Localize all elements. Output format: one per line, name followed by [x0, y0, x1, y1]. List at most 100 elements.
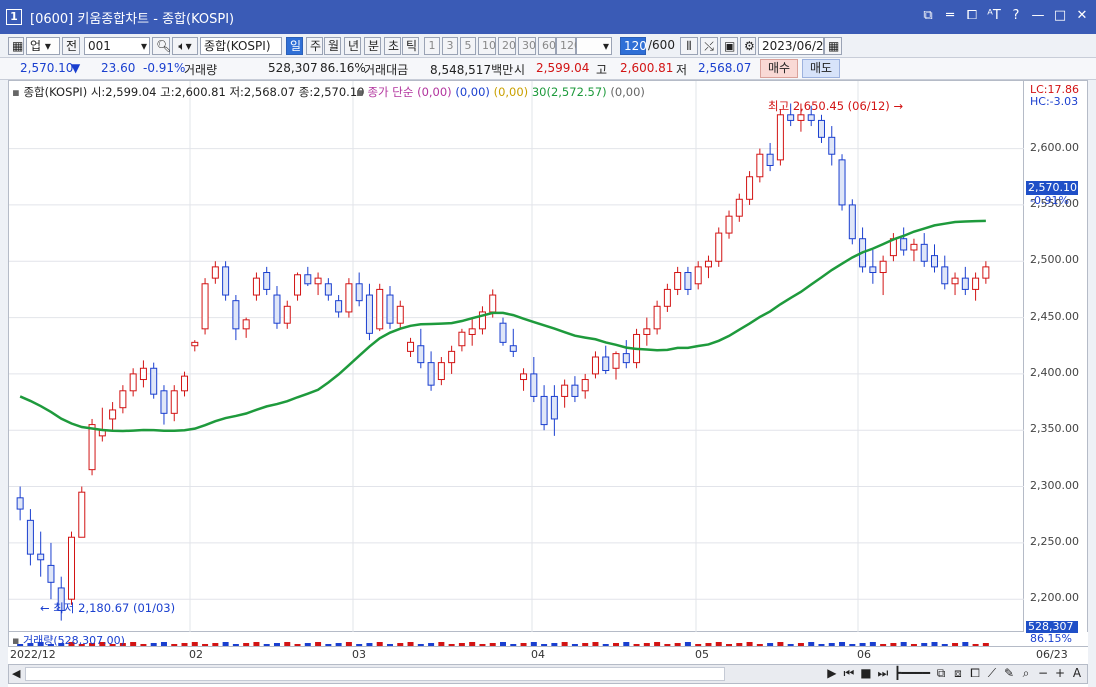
period-button-5[interactable]: 초	[384, 37, 401, 55]
candle	[160, 385, 168, 425]
period-button-0[interactable]: 일	[286, 37, 303, 55]
candle	[458, 328, 466, 352]
chevron-down-icon[interactable]: ▾	[141, 38, 147, 54]
candle	[540, 385, 548, 431]
restore-icon[interactable]: ⧉	[920, 8, 936, 23]
chart-toolbar: ▦ 업 ▾ 전 001 ▾ 🔍︎ 🔈︎▾ 종합(KOSPI) 일주월년분초틱 13…	[0, 34, 1096, 58]
price-change: 23.60	[101, 61, 136, 75]
candle	[191, 340, 199, 352]
magnifier-icon[interactable]: ⌕	[1020, 666, 1032, 681]
period-button-4[interactable]: 분	[364, 37, 381, 55]
candle	[314, 272, 322, 296]
play-icon[interactable]: ▶	[826, 666, 838, 681]
candle-settings-icon[interactable]: ⫴	[680, 37, 698, 55]
minute-button-120[interactable]: 120	[556, 37, 581, 55]
candle	[550, 385, 558, 436]
minimize-window-icon[interactable]: ═	[942, 8, 958, 23]
max-icon[interactable]: □	[1052, 8, 1068, 23]
candle	[263, 266, 271, 296]
pen-icon[interactable]: ✎	[1003, 666, 1015, 681]
minute-button-20[interactable]: 20	[498, 37, 516, 55]
text-icon[interactable]: A	[1071, 666, 1083, 681]
price-axis	[1024, 80, 1088, 632]
app-number-badge: 1	[6, 9, 22, 25]
market-select[interactable]: 업 ▾	[26, 37, 60, 55]
period-button-2[interactable]: 월	[324, 37, 341, 55]
minute-button-3[interactable]: 3	[442, 37, 458, 55]
candle	[910, 238, 918, 262]
gear-icon[interactable]: ⚙	[740, 37, 756, 55]
chevron-down-icon[interactable]: ▾	[603, 38, 609, 54]
horizontal-scrollbar[interactable]: ◀ ▶ ⏮ ■ ⏭ ┣━━━━ ⧉ ⧈ ⧠ ⟋ ✎ ⌕ − + A	[8, 664, 1088, 684]
zoom-slider-icon[interactable]: ┣━━━━	[894, 666, 930, 681]
stop-icon[interactable]: ■	[860, 666, 872, 681]
time-label: 04	[531, 648, 545, 661]
period-button-6[interactable]: 틱	[402, 37, 419, 55]
candle	[509, 328, 517, 357]
forward-icon[interactable]: ⏭	[877, 666, 889, 681]
price-chart-pane[interactable]	[8, 80, 1025, 633]
candle	[222, 261, 230, 301]
tile-icon[interactable]: ⧠	[964, 8, 980, 23]
zoom-out-icon[interactable]: −	[1037, 666, 1049, 681]
rewind-icon[interactable]: ⏮	[843, 666, 855, 681]
candle	[499, 317, 507, 346]
candle	[26, 509, 34, 566]
minute-button-60[interactable]: 60	[538, 37, 556, 55]
candle	[704, 255, 712, 279]
high-annotation-text: 최고 2,650.45 (06/12)	[768, 99, 890, 113]
candle	[78, 486, 86, 538]
minute-button-30[interactable]: 30	[518, 37, 536, 55]
grid-icon[interactable]: ▦	[8, 37, 24, 55]
code-input[interactable]: 001 ▾	[84, 37, 150, 55]
open-label: 시	[514, 63, 526, 77]
candle	[109, 402, 117, 431]
min-icon[interactable]: —	[1030, 8, 1046, 23]
display-count-input[interactable]: 120	[620, 37, 647, 55]
search-icon[interactable]: 🔍︎	[152, 37, 171, 55]
layout-icon[interactable]: ⧉	[935, 666, 947, 681]
time-label: 02	[189, 648, 203, 661]
volume-pane[interactable]	[8, 632, 1024, 646]
candle	[478, 306, 486, 335]
close-icon[interactable]: ✕	[1074, 8, 1090, 23]
speaker-icon[interactable]: 🔈︎▾	[172, 37, 198, 55]
buy-button[interactable]: 매수	[760, 59, 798, 78]
save-icon[interactable]: ▣	[720, 37, 738, 55]
title-bar: 1 [0600] 키움종합차트 - 종합(KOSPI) ⧉ ═ ⧠ ᴬT? — □ ✕	[0, 0, 1096, 34]
period-button-1[interactable]: 주	[306, 37, 323, 55]
crosshair-icon[interactable]: ⤯	[700, 37, 718, 55]
period-button-3[interactable]: 년	[344, 37, 361, 55]
current-price: 2,570.10	[20, 61, 74, 75]
scroll-left-icon[interactable]: ◀	[12, 667, 20, 680]
compare-icon[interactable]: ⧈	[952, 666, 964, 681]
candle	[396, 300, 404, 329]
candle	[150, 362, 158, 399]
sell-button[interactable]: 매도	[802, 59, 840, 78]
candlestick-chart[interactable]	[9, 81, 1025, 633]
ma-param-2: (0,00)	[455, 85, 490, 99]
help-icon[interactable]: ?	[1008, 8, 1024, 23]
stock-name-field: 종합(KOSPI)	[200, 37, 282, 55]
minute-button-10[interactable]: 10	[478, 37, 496, 55]
font-icon[interactable]: ᴬT	[986, 8, 1002, 23]
main-legend-text: 종합(KOSPI) 시:2,599.04 고:2,600.81 저:2,568.…	[23, 85, 365, 99]
candle	[355, 272, 363, 307]
split-icon[interactable]: ⧠	[969, 666, 981, 681]
candle	[376, 283, 384, 332]
prev-button[interactable]: 전	[62, 37, 80, 55]
hc-value: HC:-3.03	[1030, 95, 1079, 108]
custom-period-select[interactable]: ▾	[576, 37, 612, 55]
scrollbar-thumb[interactable]	[25, 667, 725, 681]
candle	[643, 317, 651, 346]
draw-icon[interactable]: ⟋	[986, 666, 998, 681]
minute-button-1[interactable]: 1	[424, 37, 440, 55]
calendar-icon[interactable]: ▦	[824, 37, 842, 55]
date-input[interactable]: 2023/06/23	[758, 37, 831, 55]
zoom-in-icon[interactable]: +	[1054, 666, 1066, 681]
minute-button-5[interactable]: 5	[460, 37, 476, 55]
candle	[817, 114, 825, 143]
candle	[869, 249, 877, 284]
arrow-left-icon: ←	[40, 601, 50, 615]
candle	[756, 148, 764, 183]
